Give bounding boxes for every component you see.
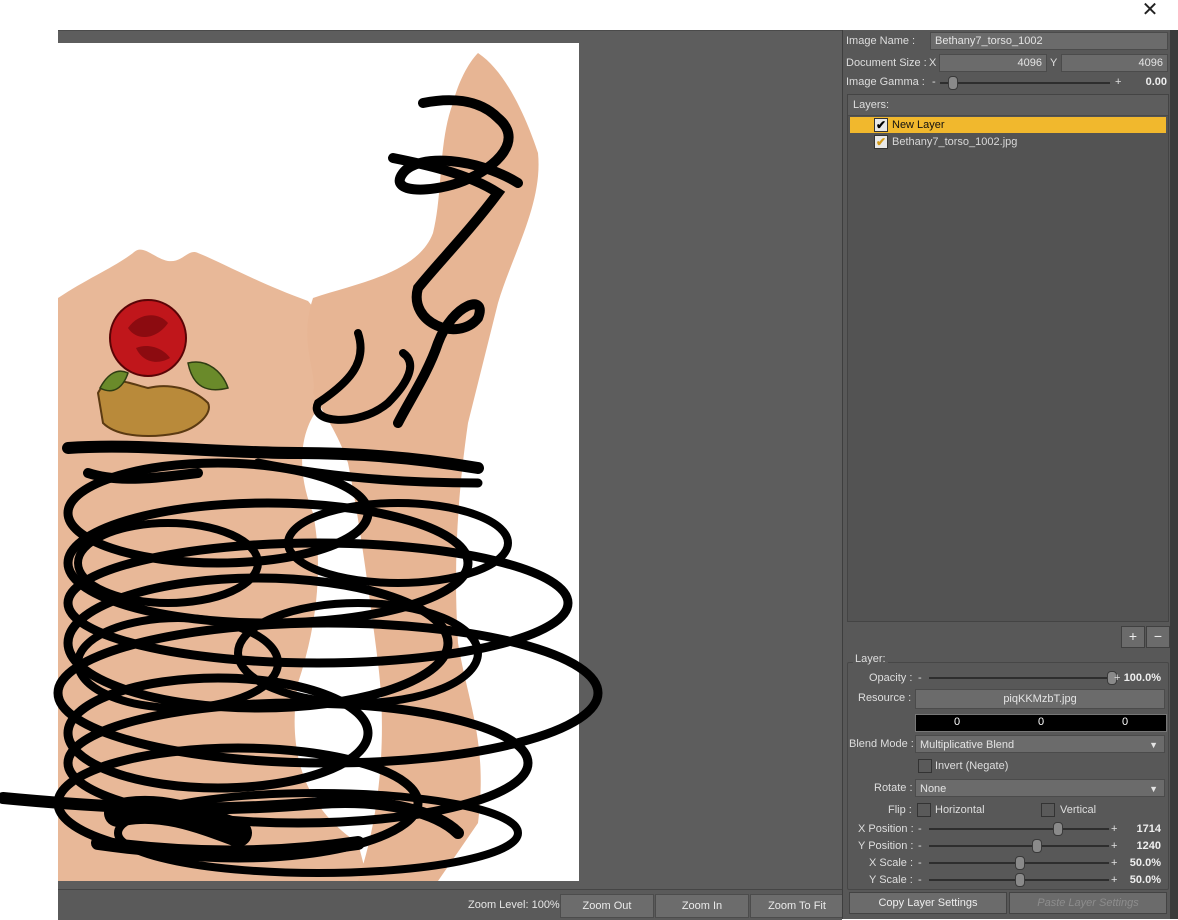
layers-header: Layers: [848, 95, 1168, 116]
paste-layer-settings-button[interactable]: Paste Layer Settings [1009, 892, 1167, 914]
triangle-down-icon: ▼ [1149, 740, 1158, 750]
blend-mode-label: Blend Mode : [849, 738, 914, 750]
y-position-minus[interactable]: - [918, 840, 922, 852]
zoom-in-button[interactable]: Zoom In [655, 894, 749, 918]
gamma-plus[interactable]: + [1115, 76, 1121, 88]
layers-title: Layers: [853, 99, 890, 111]
y-position-slider-track[interactable] [929, 839, 1109, 853]
color-value-b: 0 [1122, 716, 1129, 728]
y-scale-label: Y Scale : [869, 874, 913, 886]
layer-group-title: Layer: [853, 653, 888, 665]
flip-vertical-checkbox[interactable] [1041, 803, 1055, 817]
x-position-label: X Position : [858, 823, 914, 835]
close-icon[interactable]: ✕ [1138, 0, 1162, 22]
layer-name: Bethany7_torso_1002.jpg [892, 136, 1018, 148]
doc-size-y-label: Y [1050, 57, 1058, 69]
checkmark-icon[interactable]: ✔ [874, 118, 888, 132]
resource-label: Resource : [858, 692, 912, 704]
opacity-minus[interactable]: - [918, 672, 922, 684]
doc-size-y-field[interactable]: 4096 [1061, 54, 1168, 72]
rotate-label: Rotate : [874, 782, 913, 794]
invert-checkbox[interactable] [918, 759, 932, 773]
image-name-label: Image Name : [846, 35, 916, 47]
texture-canvas[interactable] [0, 43, 603, 881]
copy-layer-settings-button[interactable]: Copy Layer Settings [849, 892, 1007, 914]
remove-layer-button[interactable]: − [1146, 626, 1170, 648]
y-scale-minus[interactable]: - [918, 874, 922, 886]
y-scale-value: 50.0% [1129, 874, 1161, 886]
document-size-label: Document Size : [846, 57, 927, 69]
y-position-value: 1240 [1136, 840, 1161, 852]
zoom-toolbar: Zoom Level: 100% Zoom Out Zoom In Zoom T… [58, 889, 844, 920]
right-edge-strip [1170, 30, 1178, 919]
image-gamma-label: Image Gamma : [846, 76, 925, 88]
title-bar: ✕ [0, 0, 1178, 30]
x-scale-label: X Scale : [869, 857, 914, 869]
x-scale-slider-track[interactable] [929, 856, 1109, 870]
gamma-value: 0.00 [1145, 76, 1167, 88]
zoom-level-label: Zoom Level: 100% [468, 899, 560, 911]
y-scale-slider-track[interactable] [929, 873, 1109, 887]
gamma-slider-track[interactable] [940, 76, 1110, 90]
properties-panel: Image Name : Bethany7_torso_1002 Documen… [842, 30, 1171, 919]
x-position-minus[interactable]: - [918, 823, 922, 835]
layer-item-base-image[interactable]: ✔ Bethany7_torso_1002.jpg [850, 134, 1166, 150]
color-value-bar[interactable]: 0 0 0 [915, 714, 1167, 732]
zoom-to-fit-button[interactable]: Zoom To Fit [750, 894, 844, 918]
x-position-slider-knob[interactable] [1053, 822, 1063, 836]
resource-field[interactable]: piqKKMzbT.jpg [915, 689, 1165, 709]
blend-mode-dropdown[interactable]: Multiplicative Blend ▼ [915, 735, 1165, 753]
gamma-minus[interactable]: - [932, 76, 936, 88]
opacity-label: Opacity : [869, 672, 913, 684]
doc-size-x-field[interactable]: 4096 [939, 54, 1047, 72]
opacity-value: 100.0% [1123, 672, 1161, 684]
rotate-dropdown[interactable]: None ▼ [915, 779, 1165, 797]
flip-horizontal-checkbox[interactable] [917, 803, 931, 817]
flip-label: Flip : [888, 804, 912, 816]
color-value-g: 0 [1038, 716, 1045, 728]
add-layer-button[interactable]: + [1121, 626, 1145, 648]
x-position-slider-track[interactable] [929, 822, 1109, 836]
doc-size-x-label: X [929, 57, 937, 69]
image-viewport[interactable] [0, 30, 842, 890]
gamma-slider-knob[interactable] [948, 76, 958, 90]
zoom-out-button[interactable]: Zoom Out [560, 894, 654, 918]
blend-mode-value: Multiplicative Blend [920, 739, 1015, 751]
flip-horizontal-label: Horizontal [935, 804, 985, 816]
layers-list: Layers: ✔ New Layer ✔ Bethany7_torso_100… [847, 94, 1169, 622]
color-value-r: 0 [954, 716, 961, 728]
torso-texture-image [0, 53, 603, 881]
left-margin [0, 30, 58, 919]
checkmark-icon[interactable]: ✔ [874, 135, 888, 149]
triangle-down-icon: ▼ [1149, 784, 1158, 794]
y-position-label: Y Position : [858, 840, 914, 852]
rotate-value: None [920, 783, 947, 795]
invert-label: Invert (Negate) [935, 760, 1009, 772]
x-position-value: 1714 [1136, 823, 1161, 835]
layer-name: New Layer [892, 119, 945, 131]
flip-vertical-label: Vertical [1060, 804, 1097, 816]
opacity-slider-track[interactable] [929, 671, 1117, 685]
x-scale-slider-knob[interactable] [1015, 856, 1025, 870]
y-position-slider-knob[interactable] [1032, 839, 1042, 853]
layer-item-new-layer[interactable]: ✔ New Layer [850, 117, 1166, 133]
x-scale-value: 50.0% [1129, 857, 1161, 869]
y-scale-slider-knob[interactable] [1015, 873, 1025, 887]
image-name-field[interactable]: Bethany7_torso_1002 [930, 32, 1168, 50]
x-scale-minus[interactable]: - [918, 857, 922, 869]
